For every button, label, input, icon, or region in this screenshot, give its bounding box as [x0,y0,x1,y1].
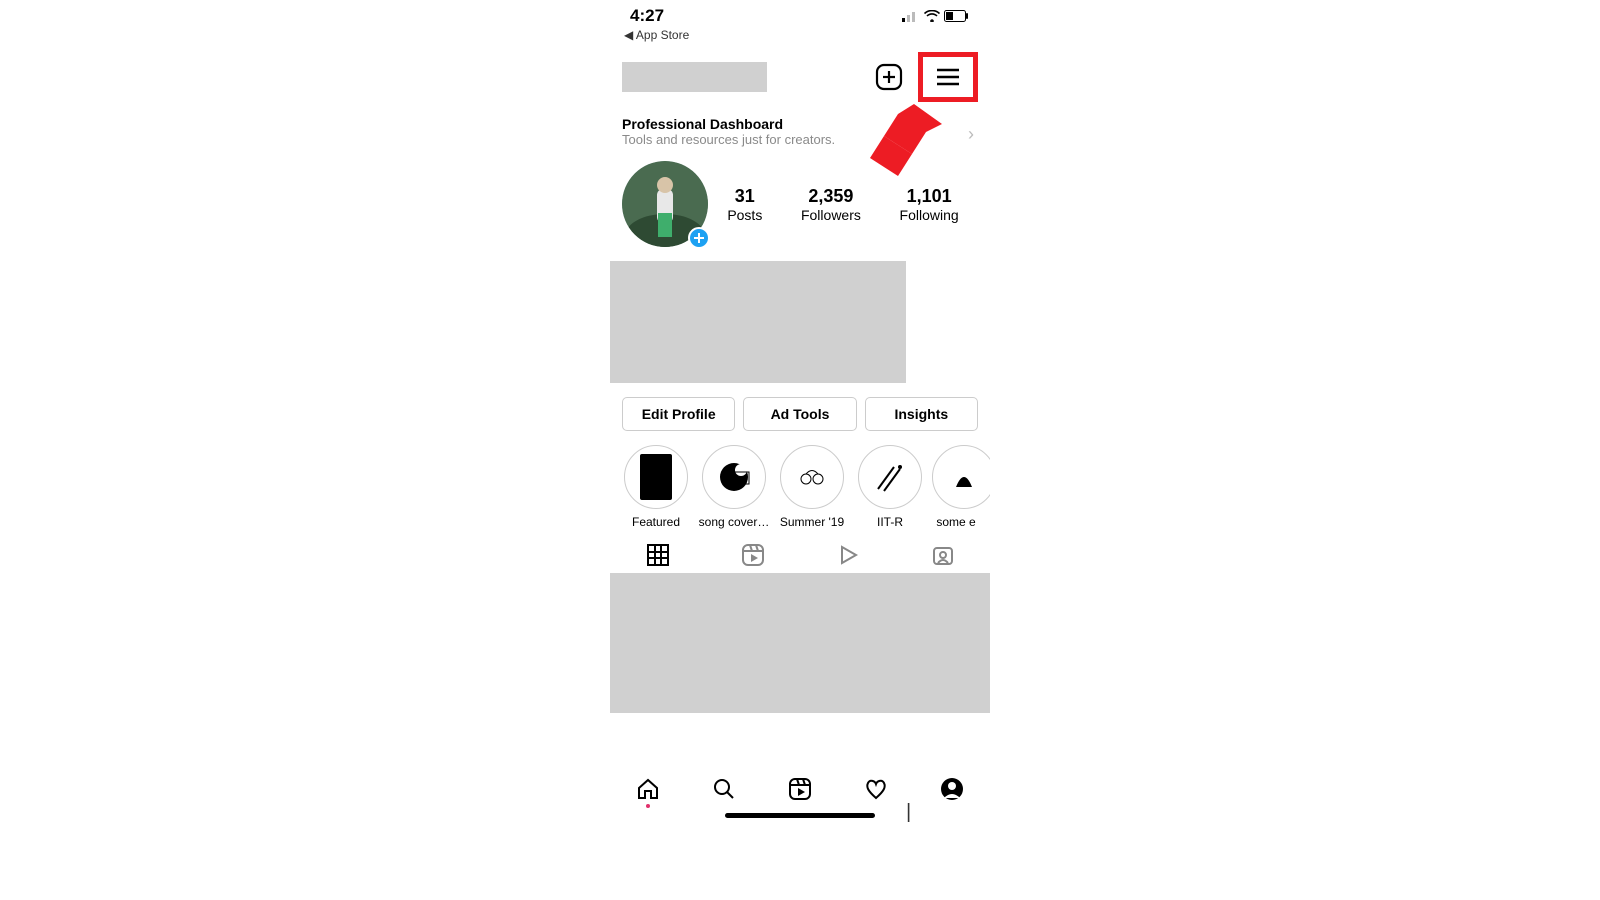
bottom-nav [610,768,990,812]
bio-redacted [610,261,906,383]
nav-activity[interactable] [856,776,896,808]
notification-dot [646,804,650,808]
search-icon [711,776,737,802]
nav-search[interactable] [704,776,744,808]
annotation-arrow [854,104,942,182]
phone-frame: 4:27 ◀ App Store Professional Dashboard … [610,0,990,820]
text-cursor: | [906,801,911,824]
profile-header [610,46,990,110]
nav-home[interactable] [628,776,668,808]
tab-reels[interactable] [733,543,773,567]
plus-icon [693,232,705,244]
heart-icon [863,776,889,802]
highlight-item[interactable]: some e [932,445,980,529]
battery-icon [944,10,970,22]
home-icon [635,776,661,802]
status-time: 4:27 [630,6,664,26]
highlight-item[interactable]: Featured [620,445,692,529]
professional-dashboard-row[interactable]: Professional Dashboard Tools and resourc… [610,110,990,155]
plus-square-icon [875,63,903,91]
profile-icon [939,776,965,802]
stat-followers[interactable]: 2,359 Followers [801,186,861,223]
ad-tools-button[interactable]: Ad Tools [743,397,856,431]
tab-video[interactable] [828,543,868,567]
dashboard-title: Professional Dashboard [622,116,835,132]
home-indicator [725,813,875,818]
play-icon [836,543,860,567]
posts-grid-redacted [610,573,990,713]
story-highlights[interactable]: Featured song cover… Summer '19 IIT-R so… [610,439,990,529]
insights-button[interactable]: Insights [865,397,978,431]
back-to-appstore[interactable]: ◀ App Store [610,26,990,46]
avatar-wrap[interactable] [622,161,708,247]
highlight-item[interactable]: IIT-R [854,445,926,529]
stat-following[interactable]: 1,101 Following [900,186,959,223]
cellular-icon [902,10,920,22]
hamburger-icon [935,67,961,87]
highlight-item[interactable]: Summer '19 [776,445,848,529]
profile-actions: Edit Profile Ad Tools Insights [610,383,990,439]
stat-posts[interactable]: 31 Posts [727,186,762,223]
status-icons [902,10,970,22]
add-story-badge[interactable] [688,227,710,249]
edit-profile-button[interactable]: Edit Profile [622,397,735,431]
wifi-icon [924,10,940,22]
status-bar: 4:27 [610,0,990,26]
stats: 31 Posts 2,359 Followers 1,101 Following [708,186,978,223]
annotation-highlight-box [918,52,978,102]
content-tabs [610,529,990,573]
menu-button[interactable] [931,60,965,94]
username-redacted [622,62,767,92]
reels-nav-icon [787,776,813,802]
dashboard-subtitle: Tools and resources just for creators. [622,132,835,147]
nav-profile[interactable] [932,776,972,808]
reels-icon [741,543,765,567]
create-button[interactable] [872,60,906,94]
tab-grid[interactable] [638,543,678,567]
tab-tagged[interactable] [923,543,963,567]
tagged-icon [931,543,955,567]
grid-icon [646,543,670,567]
chevron-right-icon: › [968,124,974,145]
nav-reels[interactable] [780,776,820,808]
highlight-item[interactable]: song cover… [698,445,770,529]
